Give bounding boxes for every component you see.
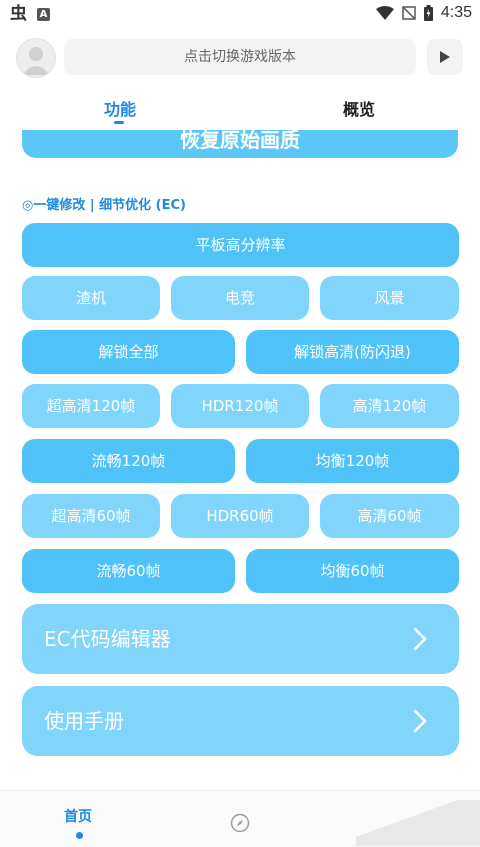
user-manual-button[interactable]: 使用手册 — [22, 686, 459, 756]
balanced-60fps-button[interactable]: 均衡60帧 — [246, 549, 459, 593]
nav-home[interactable]: 首页 — [64, 806, 92, 826]
wifi-icon — [375, 6, 394, 20]
avatar[interactable] — [16, 38, 56, 78]
uhd-120fps-button[interactable]: 超高清120帧 — [22, 384, 160, 428]
status-bar: 虫 A 4:35 — [0, 0, 480, 28]
nav-active-dot — [76, 832, 83, 839]
hdr-60fps-button[interactable]: HDR60帧 — [171, 494, 309, 538]
balanced-120fps-button[interactable]: 均衡120帧 — [246, 439, 459, 483]
chevron-right-icon — [413, 709, 427, 733]
tablet-resolution-button[interactable]: 平板高分辨率 — [22, 223, 459, 267]
hd-60fps-button[interactable]: 高清60帧 — [320, 494, 459, 538]
section-title: ◎一键修改 | 细节优化 (EC) — [22, 198, 186, 213]
battery-icon — [423, 5, 433, 21]
smooth-60fps-button[interactable]: 流畅60帧 — [22, 549, 235, 593]
compass-icon[interactable] — [230, 813, 250, 833]
unlock-hd-button[interactable]: 解锁高清(防闪退) — [246, 330, 459, 374]
clock: 4:35 — [440, 4, 472, 21]
unlock-all-button[interactable]: 解锁全部 — [22, 330, 235, 374]
version-switch-bar[interactable]: 点击切换游戏版本 — [64, 39, 416, 75]
scenery-button[interactable]: 风景 — [320, 276, 459, 320]
hdr-120fps-button[interactable]: HDR120帧 — [171, 384, 309, 428]
play-button[interactable] — [427, 39, 463, 75]
low-end-button[interactable]: 渣机 — [22, 276, 160, 320]
tab-functions[interactable]: 功能 — [104, 96, 136, 120]
page-curl-decoration — [356, 800, 480, 846]
esports-button[interactable]: 电竞 — [171, 276, 309, 320]
tab-overview[interactable]: 概览 — [343, 96, 375, 120]
no-signal-icon — [402, 6, 416, 20]
functions-panel[interactable]: 恢复原始画质 ◎一键修改 | 细节优化 (EC) 平板高分辨率 渣机 电竞 风景… — [0, 130, 480, 790]
user-icon — [22, 47, 50, 75]
app-logo-icon: 虫 — [10, 4, 27, 24]
user-manual-label: 使用手册 — [44, 709, 124, 733]
hd-120fps-button[interactable]: 高清120帧 — [320, 384, 459, 428]
restore-quality-button[interactable]: 恢复原始画质 — [22, 130, 458, 158]
chevron-right-icon — [413, 627, 427, 651]
ec-code-editor-label: EC代码编辑器 — [44, 627, 171, 651]
ec-code-editor-button[interactable]: EC代码编辑器 — [22, 604, 459, 674]
notification-icon: A — [37, 7, 50, 21]
tab-indicator — [114, 121, 124, 124]
play-icon — [440, 51, 450, 63]
uhd-60fps-button[interactable]: 超高清60帧 — [22, 494, 160, 538]
smooth-120fps-button[interactable]: 流畅120帧 — [22, 439, 235, 483]
